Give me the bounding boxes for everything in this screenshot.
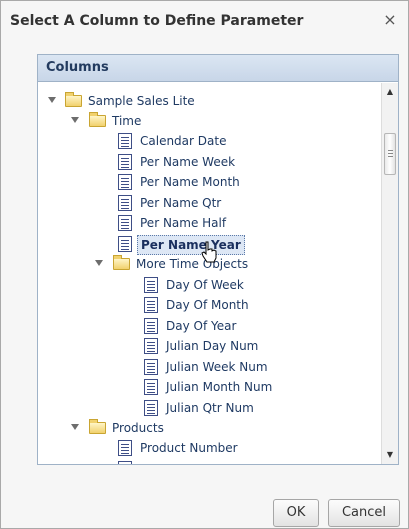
tree-node-column[interactable]: Julian Month Num — [38, 377, 338, 397]
tree-node-label: Julian Qtr Num — [166, 401, 254, 415]
tree-node-column[interactable]: Julian Day Num — [38, 336, 338, 356]
collapse-icon[interactable] — [71, 424, 79, 430]
tree-node-column-partial[interactable] — [38, 459, 338, 464]
tree-node-label: Products — [112, 421, 164, 435]
tree-node-column[interactable]: Day Of Week — [38, 275, 338, 295]
select-column-dialog: Select A Column to Define Parameter × Co… — [0, 0, 409, 529]
tree-node-column-selected[interactable]: Per Name Year — [38, 234, 338, 255]
tree-node-column[interactable]: Day Of Month — [38, 295, 338, 315]
tree-node-label: Product Number — [140, 441, 238, 455]
tree-node-column[interactable]: Calendar Date — [38, 131, 338, 151]
tree-node-sample-sales-lite[interactable]: Sample Sales Lite — [38, 91, 338, 111]
tree-node-label: Day Of Week — [166, 278, 244, 292]
scroll-up-arrow-icon[interactable]: ▲ — [385, 87, 395, 97]
tree-node-label: Per Name Half — [140, 216, 227, 230]
tree-node-label: Julian Month Num — [166, 380, 273, 394]
folder-icon — [89, 419, 106, 434]
column-icon — [118, 236, 132, 252]
dialog-title: Select A Column to Define Parameter — [10, 13, 304, 29]
column-icon — [118, 461, 132, 464]
tree-node-label: Time — [112, 114, 142, 128]
column-icon — [144, 338, 158, 354]
tree-node-label: Day Of Month — [166, 298, 249, 312]
tree-node-label: Sample Sales Lite — [88, 94, 195, 108]
tree-node-label: More Time Objects — [136, 257, 249, 271]
tree-node-column[interactable]: Per Name Half — [38, 213, 338, 233]
tree-node-label: Per Name Qtr — [140, 196, 222, 210]
scroll-thumb[interactable] — [384, 133, 396, 175]
column-tree: Sample Sales Lite Time Calendar Date Per… — [38, 83, 381, 464]
folder-icon — [113, 255, 130, 270]
tree-node-label: Julian Day Num — [166, 339, 259, 353]
tree-node-label: Per Name Month — [140, 175, 240, 189]
column-icon — [144, 277, 158, 293]
cancel-button[interactable]: Cancel — [328, 499, 400, 527]
tree-node-label: Calendar Date — [140, 134, 227, 148]
tree-node-label: Per Name Week — [140, 155, 236, 169]
column-icon — [118, 174, 132, 190]
column-icon — [118, 133, 132, 149]
tree-node-column[interactable]: Per Name Week — [38, 152, 338, 172]
tree-node-label: Day Of Year — [166, 319, 237, 333]
tree-node-column[interactable]: Julian Week Num — [38, 357, 338, 377]
folder-icon — [65, 92, 82, 107]
collapse-icon[interactable] — [48, 97, 56, 103]
columns-panel: Columns Sample Sales Lite Time Calendar … — [37, 54, 399, 465]
tree-node-label: Julian Week Num — [166, 360, 268, 374]
collapse-icon[interactable] — [95, 260, 103, 266]
column-icon — [118, 215, 132, 231]
collapse-icon[interactable] — [71, 117, 79, 123]
column-icon — [144, 400, 158, 416]
dialog-title-bar: Select A Column to Define Parameter × — [1, 1, 408, 41]
column-icon — [144, 359, 158, 375]
scroll-down-arrow-icon[interactable]: ▼ — [385, 450, 395, 460]
tree-node-column[interactable]: Per Name Month — [38, 172, 338, 192]
tree-node-more-time-objects[interactable]: More Time Objects — [38, 254, 338, 274]
close-icon[interactable]: × — [382, 11, 398, 29]
tree-node-column[interactable]: Per Name Qtr — [38, 193, 338, 213]
columns-header: Columns — [38, 55, 398, 82]
tree-node-column[interactable]: Product Number — [38, 438, 338, 458]
tree-scrollbar[interactable]: ▲ ▼ — [381, 83, 398, 464]
hand-cursor-icon — [201, 241, 217, 263]
column-icon — [118, 440, 132, 456]
ok-button[interactable]: OK — [273, 499, 319, 527]
folder-icon — [89, 112, 106, 127]
column-icon — [144, 379, 158, 395]
selected-column-label: Per Name Year — [137, 235, 245, 255]
tree-node-time[interactable]: Time — [38, 111, 338, 131]
tree-node-products[interactable]: Products — [38, 418, 338, 438]
tree-node-column[interactable]: Day Of Year — [38, 316, 338, 336]
column-icon — [144, 297, 158, 313]
column-icon — [118, 195, 132, 211]
column-icon — [118, 154, 132, 170]
tree-node-column[interactable]: Julian Qtr Num — [38, 398, 338, 418]
column-icon — [144, 318, 158, 334]
